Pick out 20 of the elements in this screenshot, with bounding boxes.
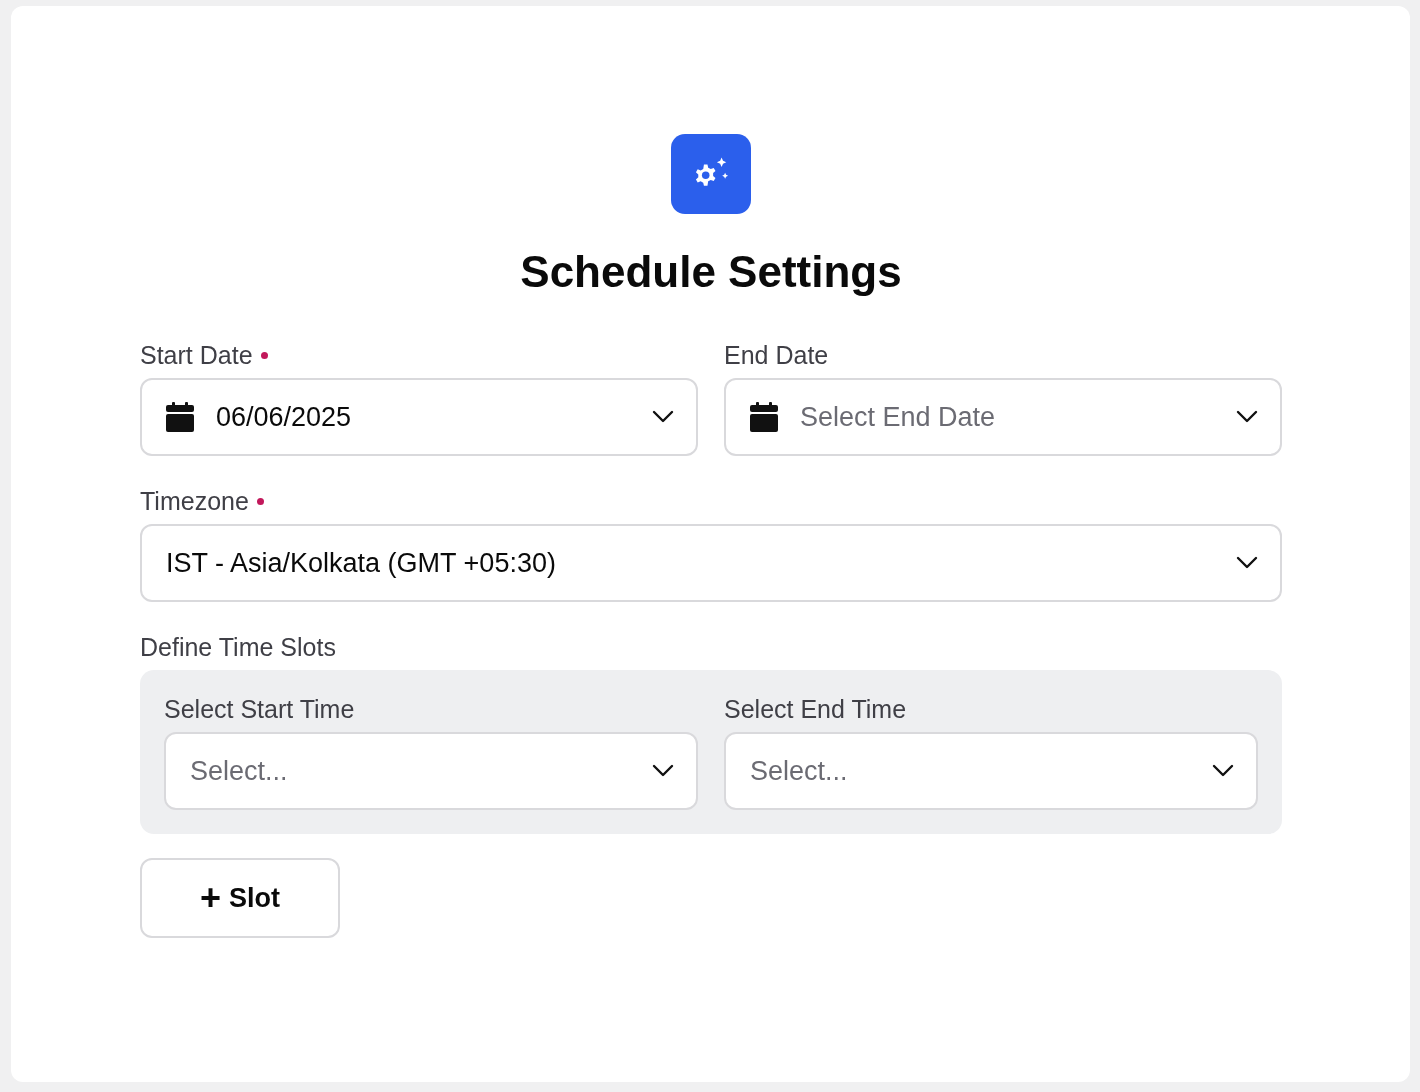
field-label: Timezone [140,486,249,516]
field-label: Define Time Slots [140,632,336,662]
timezone-dropdown[interactable]: IST - Asia/Kolkata (GMT +05:30) [140,524,1282,602]
field-label: Select Start Time [164,694,355,724]
chevron-down-icon [1236,556,1258,570]
calendar-icon [166,402,194,432]
chevron-down-icon [652,410,674,424]
page-title: Schedule Settings [519,246,903,298]
date-dropdown[interactable]: Select End Date [724,378,1282,456]
time-dropdown[interactable]: Select... [164,732,698,810]
chevron-down-icon [1212,764,1234,778]
field-label: Select End Time [724,694,907,724]
calendar-icon [750,402,778,432]
date-dropdown[interactable]: 06/06/2025 [140,378,698,456]
field-label: End Date [724,340,829,370]
field-label: Start Date [140,340,253,370]
chevron-down-icon [652,764,674,778]
add-slot-button[interactable]: + Slot [140,858,340,938]
time-dropdown[interactable]: Select... [724,732,1258,810]
chevron-down-icon [1236,410,1258,424]
